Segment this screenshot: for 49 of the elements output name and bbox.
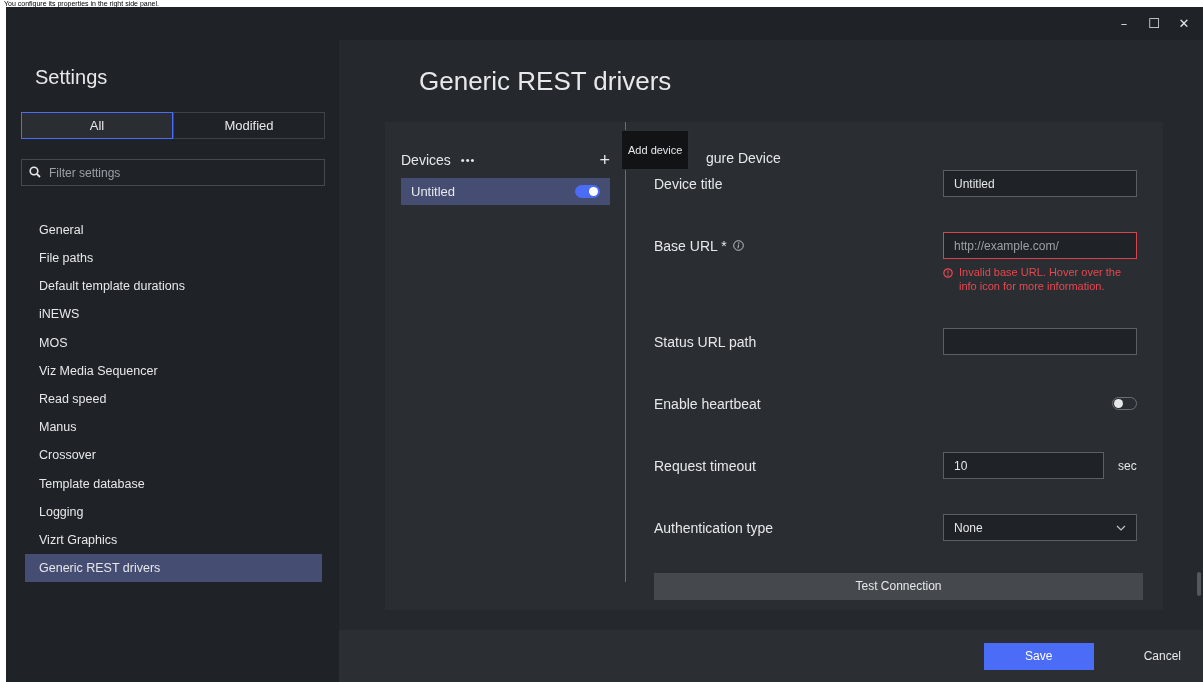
filter-tab[interactable]: All [21,112,173,139]
device-item[interactable]: Untitled [401,178,610,205]
search-field[interactable]: Filter settings [21,159,325,186]
sidebar-item[interactable]: MOS [25,328,322,357]
sidebar-item[interactable]: Viz Media Sequencer [25,356,322,386]
tooltip: Add device [621,130,690,170]
toggle-switch[interactable] [575,185,600,198]
field-label: Request timeout [654,457,756,474]
sidebar-item[interactable]: Vizrt Graphics [25,526,322,555]
maximize-button[interactable]: ☐ [1143,16,1165,31]
sidebar-item[interactable]: Logging [25,497,322,527]
search-icon [29,166,41,178]
field-label: Device title [654,175,723,192]
field-label: Base URL * [654,237,727,254]
error-message: Invalid base URL. Hover over the info icon for more information. [959,265,1123,294]
field-label: Status URL path [654,333,757,350]
filter-tab[interactable]: Modified [173,112,325,139]
sidebar-item[interactable]: Crossover [25,441,322,470]
text-field[interactable] [943,328,1137,355]
sidebar-item[interactable]: Manus [25,413,322,442]
text-field[interactable]: Untitled [943,170,1137,197]
add-button[interactable]: + [599,151,610,169]
test-connection-button[interactable]: Test Connection [654,572,1143,600]
sidebar-item[interactable]: Template database [25,469,322,498]
text-field[interactable]: http://example.com/ [943,232,1137,259]
more-button[interactable]: ••• [460,154,476,166]
devices-title: Devices [401,152,451,168]
scrollbar-thumb[interactable] [1197,572,1201,596]
sidebar-item[interactable]: General [25,216,322,245]
chevron-down-icon [1116,524,1126,531]
field-label: Authentication type [654,519,774,536]
page-title: Generic REST drivers [419,66,673,98]
sidebar-item[interactable]: iNEWS [25,300,322,329]
field-label: Enable heartbeat [654,395,761,412]
dropdown[interactable]: None [943,514,1137,541]
device-name: Untitled [411,184,456,199]
number-field[interactable]: 10 [943,452,1104,479]
error-icon [943,268,953,278]
info-icon[interactable] [732,240,744,251]
minimize-button[interactable]: – [1113,16,1135,31]
sidebar-item[interactable]: File paths [25,244,322,273]
sidebar-item[interactable]: Default template durations [25,272,322,301]
save-button[interactable]: Save [983,642,1094,670]
unit-label: sec [1118,458,1137,473]
close-button[interactable]: ✕ [1173,16,1195,31]
sidebar-item[interactable]: Read speed [25,385,322,414]
cancel-button[interactable]: Cancel [1143,649,1181,663]
sidebar-item[interactable]: Generic REST drivers [25,554,322,583]
sidebar-title: Settings [35,66,109,90]
